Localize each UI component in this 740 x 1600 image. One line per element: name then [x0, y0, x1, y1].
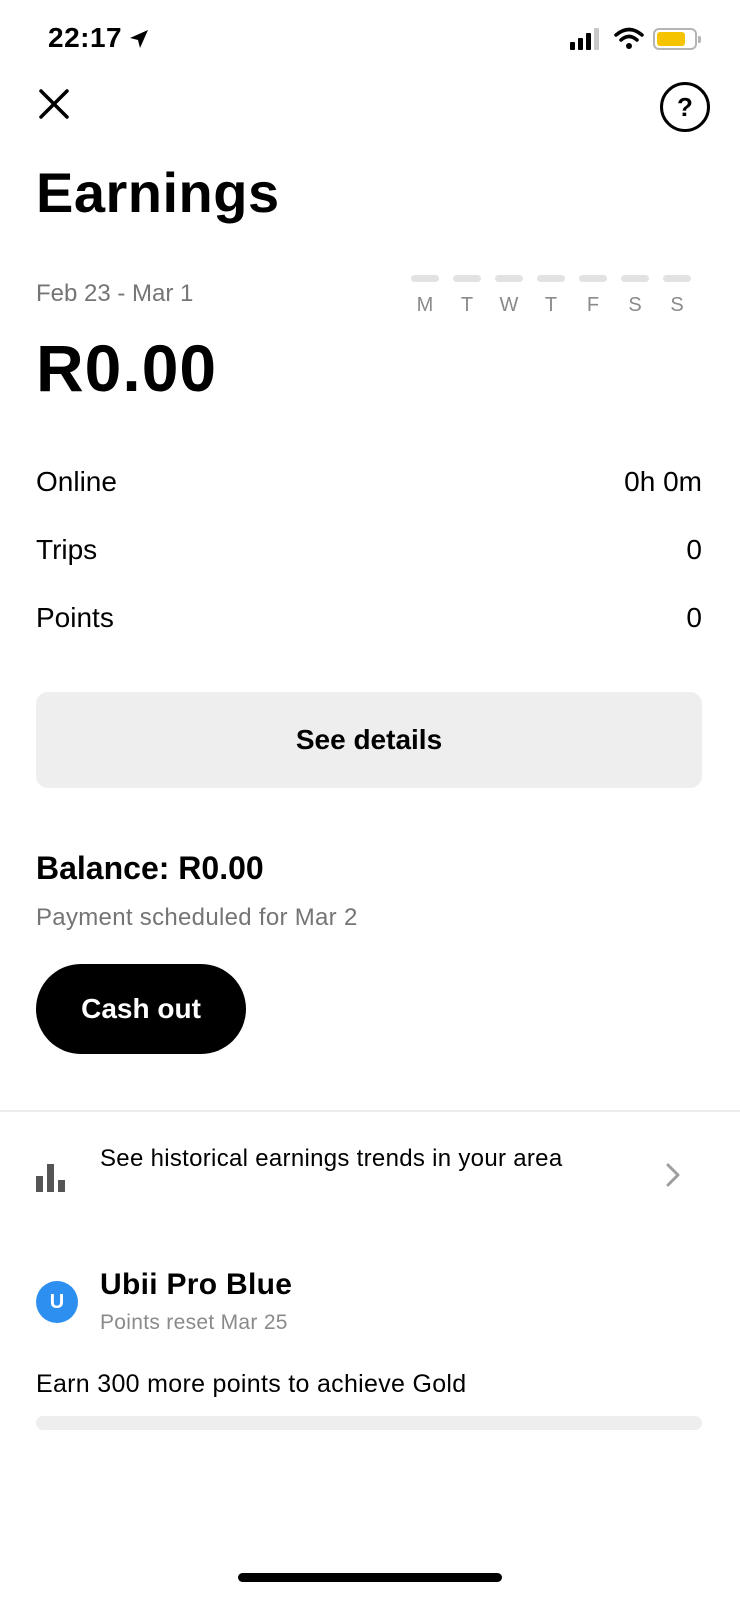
day-bar [411, 275, 439, 282]
day-bar [663, 275, 691, 282]
wifi-icon [614, 26, 644, 55]
help-button[interactable]: ? [660, 82, 710, 132]
help-icon: ? [677, 91, 693, 122]
balance: Balance: R0.00 [36, 850, 264, 886]
day-column[interactable]: S [663, 275, 691, 317]
stat-value: 0 [686, 534, 702, 565]
close-icon [39, 89, 69, 119]
stat-label: Points [36, 602, 114, 633]
tier-goal-text: Earn 300 more points to achieve Gold [36, 1370, 467, 1398]
date-range[interactable]: Feb 23 - Mar 1 [36, 280, 193, 308]
page-title: Earnings [36, 161, 280, 224]
payment-schedule-note: Payment scheduled for Mar 2 [36, 904, 358, 931]
stat-value: 0 [686, 602, 702, 633]
stat-label: Trips [36, 534, 98, 565]
day-label: W [499, 294, 519, 316]
day-label: F [586, 294, 600, 316]
day-label: T [544, 294, 558, 316]
day-column[interactable]: S [621, 275, 649, 317]
bar-chart-icon [36, 1164, 66, 1192]
day-bar [579, 275, 607, 282]
stat-row-points: Points 0 [36, 602, 702, 634]
earnings-trends-row[interactable]: See historical earnings trends in your a… [0, 1140, 740, 1230]
day-bar [453, 275, 481, 282]
day-label: S [670, 294, 684, 316]
day-label: S [628, 294, 642, 316]
trends-link-text: See historical earnings trends in your a… [100, 1145, 563, 1172]
day-bar [537, 275, 565, 282]
see-details-button[interactable]: See details [36, 692, 702, 788]
close-button[interactable] [36, 86, 72, 122]
earnings-amount: R0.00 [36, 331, 218, 405]
cash-out-button[interactable]: Cash out [36, 964, 246, 1054]
day-column[interactable]: T [453, 275, 481, 317]
status-time: 22:17 [48, 22, 123, 53]
day-column[interactable]: W [495, 275, 523, 317]
points-reset-date: Points reset Mar 25 [100, 1311, 288, 1334]
tier-avatar: U [36, 1281, 78, 1323]
cellular-signal-icon [570, 28, 599, 50]
earnings-screen: 22:17 ? Earnings Feb 23 - Mar 1 R0.00 M [0, 0, 740, 1600]
day-bar [621, 275, 649, 282]
stat-row-online: Online 0h 0m [36, 466, 702, 498]
day-bar [495, 275, 523, 282]
divider [0, 1110, 740, 1112]
stat-value: 0h 0m [624, 466, 702, 497]
day-column[interactable]: F [579, 275, 607, 317]
home-indicator[interactable] [238, 1573, 502, 1582]
day-label: T [460, 294, 474, 316]
day-column[interactable]: M [411, 275, 439, 317]
stat-row-trips: Trips 0 [36, 534, 702, 566]
battery-icon [653, 28, 701, 50]
location-arrow-icon [128, 28, 150, 55]
day-column[interactable]: T [537, 275, 565, 317]
stat-label: Online [36, 466, 117, 497]
chevron-right-icon [665, 1162, 681, 1193]
tier-name[interactable]: Ubii Pro Blue [100, 1268, 292, 1302]
tier-progress-bar [36, 1416, 702, 1430]
day-label: M [416, 294, 434, 316]
